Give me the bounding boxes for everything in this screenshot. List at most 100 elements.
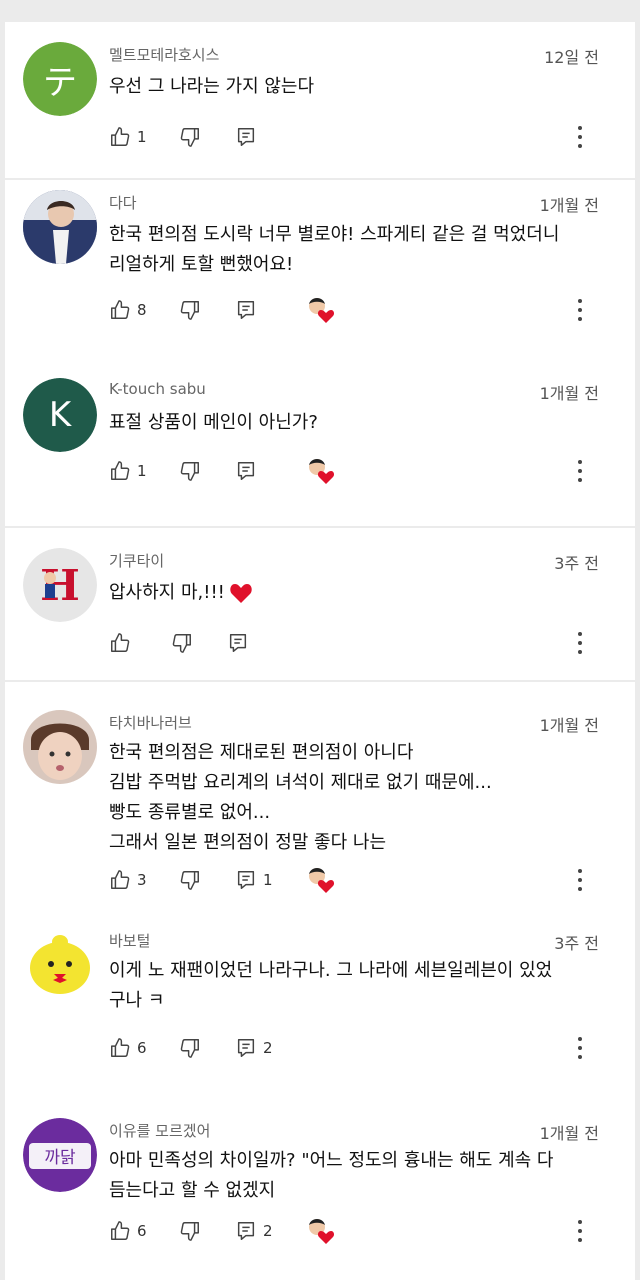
creator-heart-icon [309,1219,335,1244]
comment-line: 듬는다고 할 수 없겠지 [109,1180,276,1201]
comment-card: K K-touch sabu 1개월 전 표절 상품이 메인이 아닌가? 1 [5,350,635,526]
reply-icon [237,871,255,889]
dislike-button[interactable] [179,865,235,895]
thumbs-up-icon [111,127,130,146]
comment-author[interactable]: 바보털 [109,930,150,951]
avatar[interactable] [23,928,97,1002]
comment-text: 한국 편의점 도시락 너무 별로야! 스파게티 같은 걸 먹었더니 리얼하게 토… [109,220,605,280]
creator-heart-icon [309,459,335,484]
reply-count: 1 [263,871,273,889]
thumbs-up-icon [111,461,130,480]
creator-heart-badge[interactable] [305,1216,339,1246]
like-button[interactable]: 1 [109,122,179,152]
comment-text: 이게 노 재팬이었던 나라구나. 그 나라에 세븐일레븐이 있었 구나 ㅋ [109,956,605,1016]
like-button[interactable]: 6 [109,1033,179,1063]
reply-button[interactable]: 2 [235,1216,305,1246]
like-button[interactable]: 6 [109,1216,179,1246]
dislike-button[interactable] [171,628,227,658]
reply-icon [237,462,255,480]
comment-author[interactable]: 다다 [109,192,137,213]
creator-heart-badge[interactable] [305,295,339,325]
comment-line-text: 압사하지 마,!!! [109,582,225,603]
comment-line: 우선 그 나라는 가지 않는다 [109,76,315,97]
reply-button[interactable] [227,628,297,658]
like-button[interactable]: 1 [109,456,179,486]
reply-button[interactable] [235,456,305,486]
like-button[interactable]: 8 [109,295,179,325]
more-options-button[interactable] [573,865,587,895]
avatar-image: H [23,548,97,622]
avatar[interactable]: H [23,548,97,622]
more-options-button[interactable] [573,1216,587,1246]
more-options-button[interactable] [573,295,587,325]
comment-time: 1개월 전 [539,196,599,215]
comment-time: 1개월 전 [539,384,599,403]
reply-button[interactable]: 2 [235,1033,305,1063]
reply-button[interactable] [235,122,305,152]
like-count: 1 [137,128,147,146]
comment-text: 압사하지 마,!!! [109,578,605,608]
avatar-image [23,710,97,784]
more-options-button[interactable] [573,122,587,152]
dislike-button[interactable] [179,122,235,152]
comment-line: 한국 편의점 도시락 너무 별로야! 스파게티 같은 걸 먹었더니 [109,224,560,245]
comment-line: 김밥 주먹밥 요리계의 녀석이 제대로 없기 때문에... [109,772,492,793]
comment-author[interactable]: 이유를 모르겠어 [109,1120,210,1141]
dislike-button[interactable] [179,295,235,325]
more-options-button[interactable] [573,1033,587,1063]
comment-actions: 8 [109,295,339,325]
creator-heart-badge[interactable] [305,865,339,895]
avatar-text: 까닭 [44,1147,76,1168]
avatar[interactable]: テ [23,42,97,116]
comment-author[interactable]: K-touch sabu [109,380,206,398]
dislike-button[interactable] [179,1216,235,1246]
comment-line: 빵도 종류별로 없어... [109,802,271,823]
avatar[interactable] [23,710,97,784]
reply-button[interactable]: 1 [235,865,305,895]
comment-author[interactable]: 멜트모테라호시스 [109,44,219,65]
like-count: 6 [137,1039,147,1057]
thumbs-down-icon [180,1222,199,1241]
avatar[interactable]: K [23,378,97,452]
thumbs-up-icon [111,1038,130,1057]
comment-time: 1개월 전 [539,716,599,735]
creator-heart-icon [309,868,335,893]
comment-actions: 3 1 [109,865,339,895]
comment-actions: 1 [109,456,339,486]
avatar[interactable]: 까닭 [23,1118,97,1192]
more-options-button[interactable] [573,628,587,658]
dislike-button[interactable] [179,1033,235,1063]
comment-author[interactable]: 기쿠타이 [109,550,164,571]
comment-time: 3주 전 [554,554,599,573]
comment-author[interactable]: 타치바나러브 [109,712,192,733]
creator-heart-badge[interactable] [305,456,339,486]
comment-time: 1개월 전 [539,1124,599,1143]
comment-card: 까닭 이유를 모르겠어 1개월 전 아마 민족성의 차이일까? "어느 정도의 … [5,1080,635,1280]
comment-text: 표절 상품이 메인이 아닌가? [109,408,605,438]
comment-time: 3주 전 [554,934,599,953]
thumbs-up-icon [111,870,130,889]
like-count: 8 [137,301,147,319]
avatar[interactable] [23,190,97,264]
comment-line: 아마 민족성의 차이일까? "어느 정도의 흉내는 해도 계속 다 [109,1150,554,1171]
comment-card: H 기쿠타이 3주 전 압사하지 마,!!! [5,528,635,680]
comment-actions: 1 [109,122,305,152]
comment-card: 다다 1개월 전 한국 편의점 도시락 너무 별로야! 스파게티 같은 걸 먹었… [5,180,635,350]
comment-line: 압사하지 마,!!! [109,578,605,608]
like-count: 6 [137,1222,147,1240]
thumbs-down-icon [172,634,191,653]
red-heart-emoji-icon [230,584,252,603]
reply-count: 2 [263,1039,273,1057]
thumbs-up-icon [111,300,130,319]
comment-line: 구나 ㅋ [109,990,165,1011]
like-button[interactable] [109,628,171,658]
reply-button[interactable] [235,295,305,325]
comment-line: 한국 편의점은 제대로된 편의점이 아니다 [109,742,414,763]
reply-icon [237,301,255,319]
dislike-button[interactable] [179,456,235,486]
thumbs-up-icon [111,633,130,652]
like-button[interactable]: 3 [109,865,179,895]
comment-time: 12일 전 [544,48,599,67]
avatar-image [23,190,97,264]
more-options-button[interactable] [573,456,587,486]
